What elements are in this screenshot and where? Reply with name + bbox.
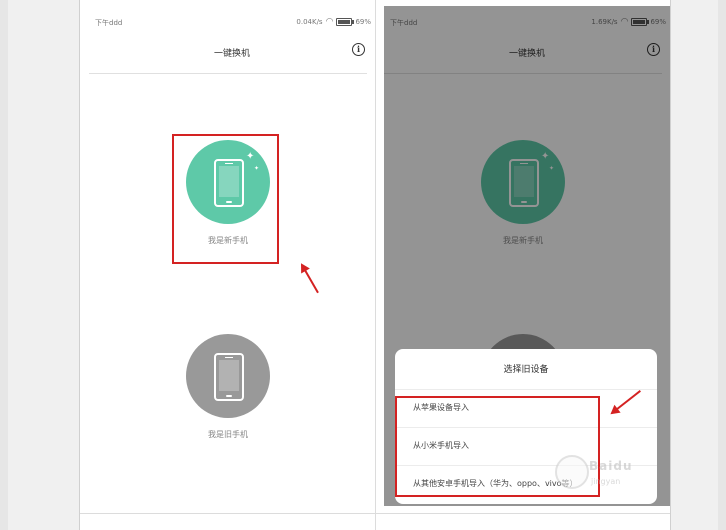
phone-icon [214, 353, 244, 401]
battery-percent: 69% [355, 18, 371, 26]
highlight-box [172, 134, 279, 264]
network-speed: 0.04K/s [296, 18, 323, 26]
old-phone-button[interactable] [186, 334, 270, 418]
battery-icon [336, 18, 355, 26]
sheet-title: 选择旧设备 [503, 365, 549, 375]
header-divider [89, 73, 367, 74]
paw-logo-icon [555, 455, 589, 489]
watermark: Baidu jingyan [555, 455, 685, 495]
phone-screenshot-left: 下午ddd 0.04K/s ◠ 69% 一键换机 i ✦ ✦ 我是新手机 我是旧… [89, 6, 375, 506]
watermark-sub: jingyan [591, 477, 621, 486]
phone-screenshot-right: 下午ddd 1.69K/s ◠ 69% 一键换机 i ✦ ✦ 我是新手机 选择旧… [384, 6, 670, 506]
column-divider [375, 0, 376, 530]
page-edge-left [0, 0, 8, 530]
document-page: 下午ddd 0.04K/s ◠ 69% 一键换机 i ✦ ✦ 我是新手机 我是旧… [79, 0, 671, 530]
status-time: 下午ddd [95, 19, 123, 27]
annotation-arrow [301, 264, 319, 294]
old-phone-label: 我是旧手机 [208, 430, 248, 439]
row-divider [80, 513, 670, 514]
info-icon[interactable]: i [352, 43, 365, 56]
page-title: 一键换机 [213, 49, 250, 59]
page-edge-right [718, 0, 726, 530]
status-bar: 下午ddd 0.04K/s ◠ 69% [95, 18, 371, 30]
status-indicators: 0.04K/s ◠ 69% [296, 17, 371, 27]
app-header: 一键换机 i [89, 43, 375, 64]
wifi-icon: ◠ [325, 17, 334, 27]
watermark-brand: Baidu [589, 459, 633, 473]
